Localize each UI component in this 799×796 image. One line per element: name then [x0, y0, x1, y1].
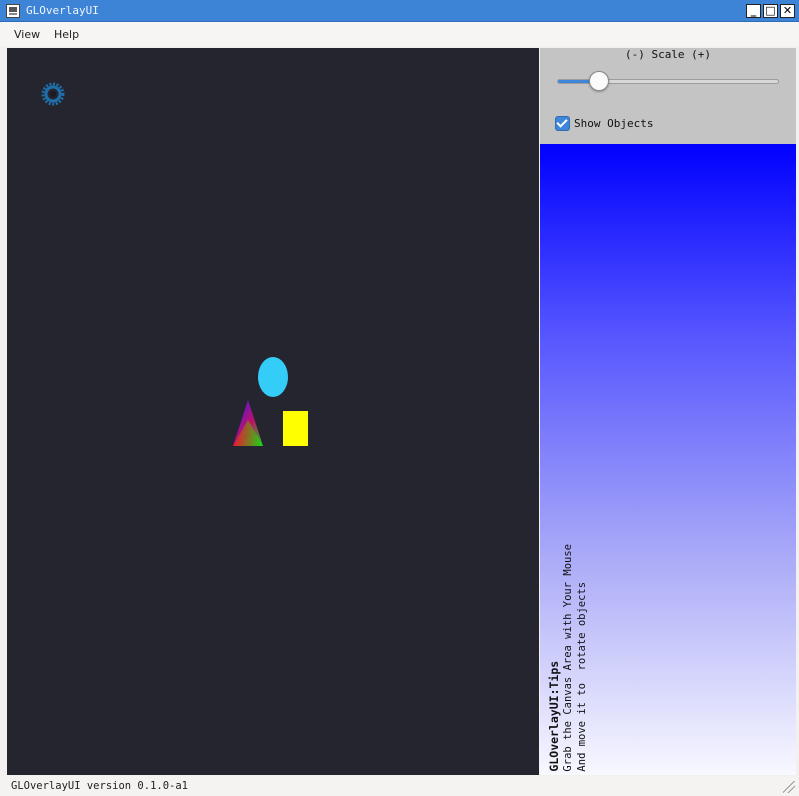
tips-line-1: Grab the Canvas Area with Your Mouse — [562, 544, 574, 772]
menu-bar: View Help — [0, 22, 799, 46]
control-panel: (-) Scale (+) Show Objects — [540, 48, 796, 144]
gl-canvas[interactable] — [7, 48, 539, 775]
title-bar[interactable]: GLOverlayUI _ □ ✕ — [0, 0, 799, 22]
show-objects-checkbox[interactable] — [555, 116, 570, 131]
tips-text: GLOverlayUI:Tips Grab the Canvas Area wit… — [547, 544, 589, 772]
tips-line-2: And move it to rotate objects — [576, 582, 588, 772]
maximize-button[interactable]: □ — [763, 4, 778, 18]
status-version: GLOverlayUI version 0.1.0-a1 — [11, 780, 189, 792]
app-icon[interactable] — [6, 4, 20, 18]
tips-title: GLOverlayUI:Tips — [547, 661, 561, 772]
menu-help[interactable]: Help — [54, 28, 79, 41]
close-button[interactable]: ✕ — [780, 4, 795, 18]
menu-view[interactable]: View — [14, 28, 40, 41]
minimize-button[interactable]: _ — [746, 4, 761, 18]
window-title: GLOverlayUI — [26, 4, 99, 17]
scale-slider-handle[interactable] — [589, 71, 610, 91]
canvas-scene — [41, 82, 308, 446]
triangle-object[interactable] — [233, 400, 263, 446]
status-bar: GLOverlayUI version 0.1.0-a1 — [0, 776, 799, 796]
show-objects-label[interactable]: Show Objects — [574, 117, 653, 130]
resize-grip-icon[interactable] — [783, 781, 795, 793]
scale-label: (-) Scale (+) — [624, 48, 712, 61]
tips-panel: GLOverlayUI:Tips Grab the Canvas Area wit… — [540, 144, 796, 775]
rectangle-object[interactable] — [283, 411, 308, 446]
checkmark-icon — [556, 116, 568, 128]
gear-icon[interactable] — [41, 82, 65, 106]
ellipse-object[interactable] — [258, 357, 288, 397]
